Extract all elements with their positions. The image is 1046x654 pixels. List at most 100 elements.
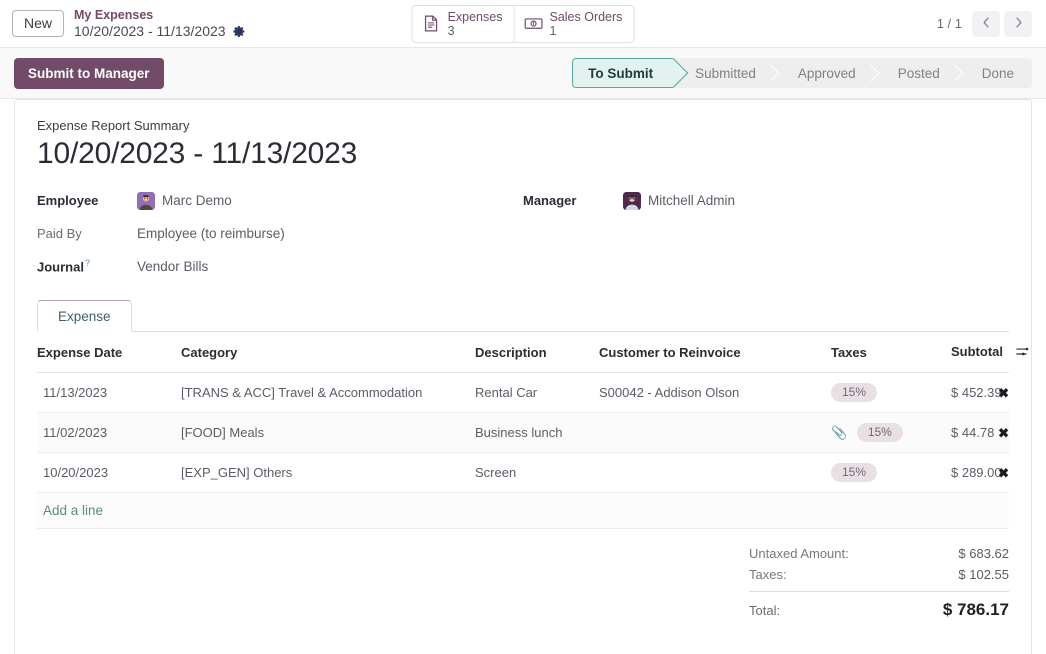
breadcrumb-current-record: 10/20/2023 - 11/13/2023 <box>74 23 226 40</box>
control-panel: New My Expenses 10/20/2023 - 11/13/2023 <box>0 0 1046 47</box>
taxes-value: $ 102.55 <box>925 567 1009 582</box>
cell-subtotal[interactable]: $ 44.78 ✖ <box>945 413 1009 453</box>
cell-taxes[interactable]: 15% <box>825 453 945 493</box>
close-icon[interactable]: ✖ <box>998 466 1009 479</box>
column-header-description[interactable]: Description <box>469 332 593 373</box>
page-title[interactable]: 10/20/2023 - 11/13/2023 <box>37 135 1009 173</box>
field-value-manager[interactable]: Mitchell Admin <box>623 192 735 210</box>
table-header-row: Expense Date Category Description Custom… <box>37 332 1009 373</box>
cell-customer[interactable] <box>593 413 825 453</box>
cell-subtotal[interactable]: $ 452.39 ✖ <box>945 373 1009 413</box>
table-row[interactable]: 10/20/2023 [EXP_GEN] Others Screen 15% $… <box>37 453 1009 493</box>
pager-next-button[interactable] <box>1004 11 1032 37</box>
cell-description[interactable]: Rental Car <box>469 373 593 413</box>
totals-row-untaxed: Untaxed Amount: $ 683.62 <box>749 543 1009 564</box>
column-header-expense-date[interactable]: Expense Date <box>37 332 175 373</box>
status-pipeline: To Submit Submitted Approved Posted Done <box>572 58 1032 88</box>
cell-taxes[interactable]: 📎 15% <box>825 413 945 453</box>
field-label-employee: Employee <box>37 193 137 208</box>
stat-label-sales-orders: Sales Orders <box>549 10 622 24</box>
breadcrumb-parent-my-expenses[interactable]: My Expenses <box>74 8 246 23</box>
add-a-line-row[interactable]: Add a line <box>37 493 1009 529</box>
avatar-manager <box>623 192 641 210</box>
stat-buttons-group: Expenses 3 Sales Orders 1 <box>412 5 635 43</box>
subtotal-amount: $ 44.78 <box>951 425 994 440</box>
cell-category[interactable]: [TRANS & ACC] Travel & Accommodation <box>175 373 469 413</box>
taxes-label: Taxes: <box>749 567 787 582</box>
table-row[interactable]: 11/13/2023 [TRANS & ACC] Travel & Accomm… <box>37 373 1009 413</box>
cell-subtotal[interactable]: $ 289.00 ✖ <box>945 453 1009 493</box>
column-header-subtotal[interactable]: Subtotal <box>945 332 1009 373</box>
status-step-to-submit[interactable]: To Submit <box>572 58 673 88</box>
tax-badge: 15% <box>831 463 877 482</box>
field-column-right: Manager Mitchell Admin <box>523 187 1009 286</box>
status-bar: Submit to Manager To Submit Submitted Ap… <box>0 47 1046 99</box>
stat-button-sales-orders[interactable]: Sales Orders 1 <box>514 6 633 42</box>
status-step-submitted[interactable]: Submitted <box>673 58 776 88</box>
totals-block: Untaxed Amount: $ 683.62 Taxes: $ 102.55… <box>749 543 1009 623</box>
status-step-approved[interactable]: Approved <box>776 58 876 88</box>
total-value: $ 786.17 <box>925 600 1009 620</box>
chevron-left-icon <box>981 16 992 32</box>
money-bill-icon <box>523 14 542 33</box>
close-icon[interactable]: ✖ <box>998 386 1009 399</box>
pager-count: 1 / 1 <box>937 16 962 31</box>
cell-expense-date[interactable]: 11/13/2023 <box>37 373 175 413</box>
field-value-paid-by[interactable]: Employee (to reimburse) <box>137 226 285 241</box>
expense-lines-table: Expense Date Category Description Custom… <box>37 332 1009 529</box>
cell-description[interactable]: Screen <box>469 453 593 493</box>
field-label-journal: Journal? <box>37 258 137 274</box>
column-header-customer-to-reinvoice[interactable]: Customer to Reinvoice <box>593 332 825 373</box>
subtotal-amount: $ 452.39 <box>951 385 1002 400</box>
employee-name: Marc Demo <box>162 193 232 208</box>
cell-category[interactable]: [FOOD] Meals <box>175 413 469 453</box>
stat-button-expenses[interactable]: Expenses 3 <box>413 6 515 42</box>
stat-value-expenses: 3 <box>448 24 503 38</box>
help-tooltip-icon[interactable]: ? <box>85 258 90 268</box>
add-a-line-cell[interactable]: Add a line <box>37 493 1009 529</box>
field-employee: Employee Marc Demo <box>37 187 523 214</box>
table-header: Expense Date Category Description Custom… <box>37 332 1009 373</box>
cell-category[interactable]: [EXP_GEN] Others <box>175 453 469 493</box>
breadcrumb: My Expenses 10/20/2023 - 11/13/2023 <box>74 8 246 40</box>
column-header-taxes[interactable]: Taxes <box>825 332 945 373</box>
field-journal: Journal? Vendor Bills <box>37 253 523 280</box>
subtotal-amount: $ 289.00 <box>951 465 1002 480</box>
field-group: Employee Marc Demo <box>37 187 1009 286</box>
journal-label-text: Journal <box>37 260 84 275</box>
status-step-done[interactable]: Done <box>960 58 1032 88</box>
field-value-journal[interactable]: Vendor Bills <box>137 259 208 274</box>
form-sheet: Expense Report Summary 10/20/2023 - 11/1… <box>14 99 1032 654</box>
pager: 1 / 1 <box>937 11 1032 37</box>
status-step-posted[interactable]: Posted <box>876 58 960 88</box>
sliders-icon[interactable] <box>1016 345 1030 361</box>
stat-value-sales-orders: 1 <box>549 24 622 38</box>
cell-customer[interactable]: S00042 - Addison Olson <box>593 373 825 413</box>
cell-customer[interactable] <box>593 453 825 493</box>
field-label-manager: Manager <box>523 193 623 208</box>
table-body: 11/13/2023 [TRANS & ACC] Travel & Accomm… <box>37 373 1009 529</box>
pager-previous-button[interactable] <box>972 11 1000 37</box>
column-header-category[interactable]: Category <box>175 332 469 373</box>
cell-taxes[interactable]: 15% <box>825 373 945 413</box>
table-row[interactable]: 11/02/2023 [FOOD] Meals Business lunch 📎… <box>37 413 1009 453</box>
field-value-employee[interactable]: Marc Demo <box>137 192 232 210</box>
subtotal-header-text: Subtotal <box>951 344 1003 359</box>
add-a-line-link[interactable]: Add a line <box>43 503 103 518</box>
cell-description[interactable]: Business lunch <box>469 413 593 453</box>
field-column-left: Employee Marc Demo <box>37 187 523 286</box>
submit-to-manager-button[interactable]: Submit to Manager <box>14 58 164 89</box>
close-icon[interactable]: ✖ <box>998 426 1009 439</box>
untaxed-amount-label: Untaxed Amount: <box>749 546 849 561</box>
gear-icon[interactable] <box>233 25 246 38</box>
tab-expense[interactable]: Expense <box>37 300 132 332</box>
cell-expense-date[interactable]: 10/20/2023 <box>37 453 175 493</box>
untaxed-amount-value: $ 683.62 <box>925 546 1009 561</box>
totals-section: Untaxed Amount: $ 683.62 Taxes: $ 102.55… <box>37 529 1009 623</box>
cell-expense-date[interactable]: 11/02/2023 <box>37 413 175 453</box>
new-button[interactable]: New <box>12 10 64 37</box>
stat-label-expenses: Expenses <box>448 10 503 24</box>
field-manager: Manager Mitchell Admin <box>523 187 1009 214</box>
paperclip-icon[interactable]: 📎 <box>831 425 847 441</box>
totals-row-taxes: Taxes: $ 102.55 <box>749 564 1009 585</box>
